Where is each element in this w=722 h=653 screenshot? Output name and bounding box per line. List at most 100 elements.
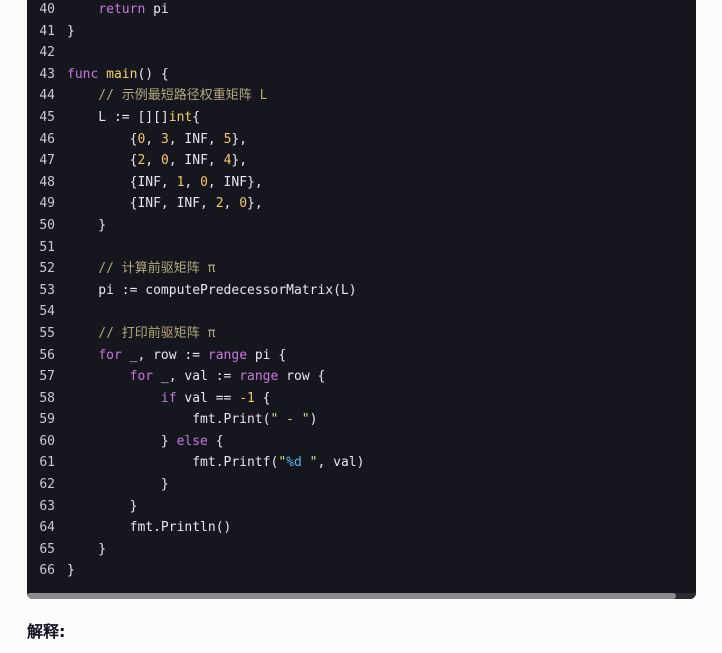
code-line: 49 {INF, INF, 2, 0},	[27, 193, 696, 215]
code-token: {	[192, 109, 201, 125]
code-token: , val)	[317, 455, 365, 471]
code-line: 44 // 示例最短路径权重矩阵 L	[27, 85, 696, 107]
code-token: ,	[223, 196, 240, 212]
code-lines: 40 return pi 41} 42 43 func main() {44 // 示例…	[27, 0, 696, 582]
code-token: , INF,	[168, 131, 224, 147]
code-token: fmt.Printf(	[67, 455, 279, 471]
code-token: %d	[286, 455, 302, 471]
line-number: 40	[39, 2, 55, 17]
code-token: {INF, INF,	[67, 196, 216, 212]
code-token: ,	[145, 153, 161, 169]
code-line: 45 L := [][]int{	[27, 107, 696, 129]
code-line: 58 if val == -1 {	[27, 388, 696, 410]
code-line: 53 pi := computePredecessorMatrix(L)	[27, 280, 696, 302]
line-text: fmt.Printf("%d ", val)	[67, 452, 364, 474]
code-line: 47 {2, 0, INF, 4},	[27, 150, 696, 172]
code-line: 62 }	[27, 474, 696, 496]
line-number: 56	[39, 347, 55, 363]
line-number: 41	[39, 23, 55, 39]
code-line: 66}	[27, 560, 696, 582]
code-token: if	[160, 390, 177, 406]
line-number: 58	[39, 390, 55, 406]
code-line: 61 fmt.Printf("%d ", val)	[27, 452, 696, 474]
code-token: for	[129, 369, 154, 385]
code-token: }	[67, 217, 107, 233]
code-line: 52 // 计算前驱矩阵 π	[27, 258, 696, 280]
line-text: {2, 0, INF, 4},	[67, 150, 247, 172]
line-text: } else {	[67, 431, 224, 453]
code-token: L := [][]	[67, 109, 169, 125]
line-text: if val == -1 {	[67, 388, 271, 410]
line-number: 42	[39, 45, 55, 61]
code-token: func	[67, 66, 99, 82]
line-number: 46	[39, 131, 55, 147]
line-text: // 打印前驱矩阵 π	[67, 323, 215, 345]
line-text: }	[67, 560, 75, 582]
code-token: },	[231, 131, 248, 147]
code-token: }	[67, 477, 169, 493]
code-token: }	[67, 23, 75, 39]
line-text: }	[67, 496, 138, 518]
line-number: 51	[39, 239, 55, 255]
code-token: fmt.Print(	[67, 412, 271, 428]
line-number: 49	[39, 196, 55, 212]
line-text: for _, row := range pi {	[67, 345, 286, 367]
code-line: 48 {INF, 1, 0, INF},	[27, 172, 696, 194]
code-line: 50 }	[27, 215, 696, 237]
line-text: // 计算前驱矩阵 π	[67, 258, 215, 280]
code-line: 64 fmt.Println()	[27, 517, 696, 539]
code-token: pi	[145, 2, 169, 17]
code-token: }	[67, 433, 177, 449]
code-line: 65 }	[27, 539, 696, 561]
line-number: 55	[39, 325, 55, 341]
code-token: -1	[239, 390, 255, 406]
code-line: 57 for _, val := range row {	[27, 366, 696, 388]
code-token: )	[309, 412, 318, 428]
line-number: 53	[39, 282, 55, 298]
code-token: main	[106, 66, 138, 82]
line-number: 57	[39, 369, 55, 385]
line-text: }	[67, 215, 106, 237]
code-token: , INF,	[168, 153, 224, 169]
line-number: 52	[39, 261, 55, 277]
line-text: {INF, 1, 0, INF},	[67, 172, 263, 194]
line-number: 61	[39, 455, 55, 471]
code-line: 54	[27, 301, 696, 323]
code-token: 3	[160, 131, 169, 147]
code-token: {	[254, 390, 271, 406]
line-text: // 示例最短路径权重矩阵 L	[67, 85, 267, 107]
code-line: 43 func main() {	[27, 64, 696, 86]
line-text: for _, val := range row {	[67, 366, 326, 388]
line-number: 44	[39, 88, 55, 104]
code-token: {	[67, 131, 138, 147]
line-number: 45	[39, 109, 55, 125]
line-number: 59	[39, 412, 55, 428]
line-number: 60	[39, 433, 55, 449]
code-token: ,	[184, 174, 201, 190]
line-number: 50	[39, 217, 55, 233]
code-token: val ==	[176, 390, 240, 406]
line-text: {INF, INF, 2, 0},	[67, 193, 263, 215]
code-line: 42	[27, 42, 696, 64]
code-token: 0	[239, 196, 248, 212]
line-number: 62	[39, 477, 55, 493]
code-line: 59 fmt.Print(" - ")	[27, 409, 696, 431]
line-text: {0, 3, INF, 5},	[67, 129, 247, 151]
code-token: 2	[215, 196, 224, 212]
code-token: "	[301, 455, 318, 471]
code-token: pi := computePredecessorMatrix(L)	[67, 282, 357, 298]
scrollbar-thumb[interactable]	[27, 593, 676, 599]
code-token: ,	[145, 131, 161, 147]
line-text: func main() {	[67, 64, 169, 86]
horizontal-scrollbar[interactable]	[27, 593, 696, 599]
code-token: },	[231, 153, 248, 169]
line-number: 66	[39, 563, 55, 579]
code-line: 51	[27, 237, 696, 259]
line-text: return pi	[67, 0, 169, 21]
code-token: else	[176, 433, 208, 449]
code-token: _, row :=	[121, 347, 208, 363]
code-line: 40 return pi	[27, 0, 696, 21]
